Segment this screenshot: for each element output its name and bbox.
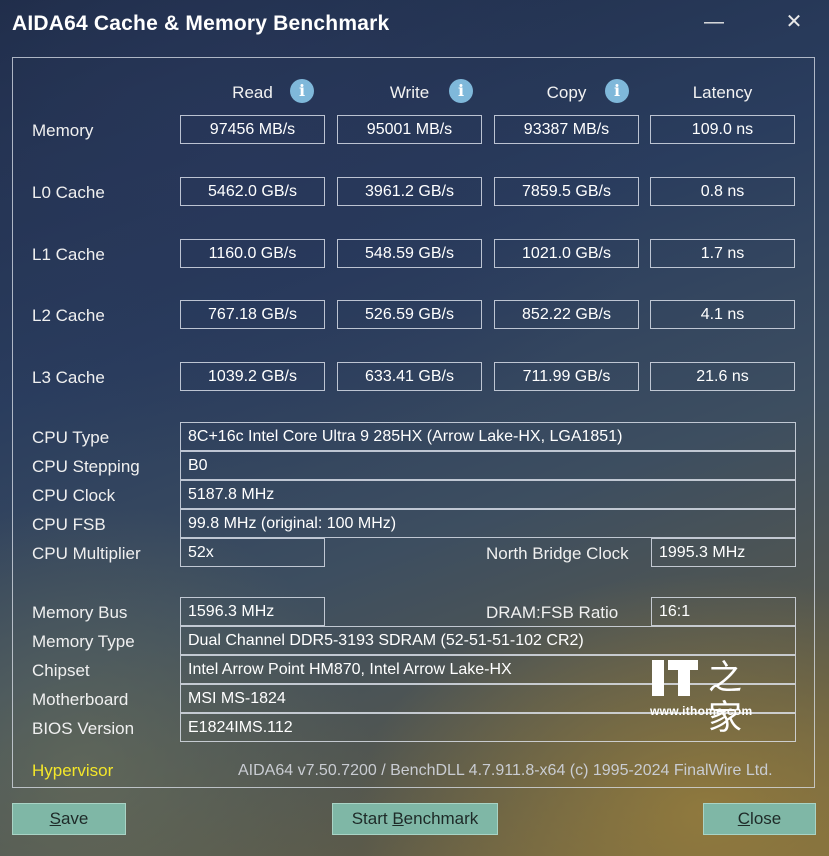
save-label-rest: ave (60, 809, 89, 828)
l1-write-value: 548.59 GB/s (337, 239, 482, 268)
l2-latency-value: 4.1 ns (650, 300, 795, 329)
chipset-label: Chipset (32, 661, 90, 680)
memory-type-value: Dual Channel DDR5-3193 SDRAM (52-51-51-1… (180, 626, 796, 655)
start-accel-key: B (392, 809, 404, 828)
cpu-clock-label: CPU Clock (32, 486, 116, 505)
row-label-l1-cache: L1 Cache (32, 245, 105, 264)
north-bridge-clock-value: 1995.3 MHz (651, 538, 796, 567)
start-label-pre: Start (351, 809, 393, 828)
dram-fsb-ratio-label: DRAM:FSB Ratio (486, 603, 619, 622)
copy-info-icon[interactable]: i (605, 79, 629, 103)
start-benchmark-button[interactable]: Start Benchmark (332, 803, 498, 835)
watermark-url: www.ithome.com (650, 704, 753, 718)
minimize-button[interactable]: — (696, 8, 732, 38)
ithome-watermark: 之家 www.ithome.com (650, 658, 762, 738)
dram-fsb-ratio-value: 16:1 (651, 597, 796, 626)
l2-write-value: 526.59 GB/s (337, 300, 482, 329)
memory-latency-value: 109.0 ns (650, 115, 795, 144)
close-window-button[interactable]: ✕ (776, 8, 812, 38)
row-label-l2-cache: L2 Cache (32, 306, 105, 325)
motherboard-label: Motherboard (32, 690, 129, 709)
l1-latency-value: 1.7 ns (650, 239, 795, 268)
close-button[interactable]: Close (703, 803, 816, 835)
version-footer: AIDA64 v7.50.7200 / BenchDLL 4.7.911.8-x… (238, 762, 773, 779)
l3-copy-value: 711.99 GB/s (494, 362, 639, 391)
l1-read-value: 1160.0 GB/s (180, 239, 325, 268)
memory-write-value: 95001 MB/s (337, 115, 482, 144)
cpu-stepping-label: CPU Stepping (32, 457, 140, 476)
write-info-icon[interactable]: i (449, 79, 473, 103)
l0-latency-value: 0.8 ns (650, 177, 795, 206)
row-label-l3-cache: L3 Cache (32, 368, 105, 387)
l2-read-value: 767.18 GB/s (180, 300, 325, 329)
watermark-glyph: 之家 (708, 658, 742, 738)
memory-bus-label: Memory Bus (32, 603, 128, 622)
save-accel-key: S (49, 809, 61, 828)
memory-copy-value: 93387 MB/s (494, 115, 639, 144)
l0-write-value: 3961.2 GB/s (337, 177, 482, 206)
l1-copy-value: 1021.0 GB/s (494, 239, 639, 268)
cpu-clock-value: 5187.8 MHz (180, 480, 796, 509)
cpu-multiplier-value: 52x (180, 538, 325, 567)
title-bar: AIDA64 Cache & Memory Benchmark — ✕ (0, 0, 829, 50)
bios-version-label: BIOS Version (32, 719, 135, 738)
cpu-stepping-value: B0 (180, 451, 796, 480)
start-label-rest: enchmark (403, 809, 479, 828)
cpu-fsb-label: CPU FSB (32, 515, 106, 534)
l3-latency-value: 21.6 ns (650, 362, 795, 391)
l2-copy-value: 852.22 GB/s (494, 300, 639, 329)
read-info-icon[interactable]: i (290, 79, 314, 103)
cpu-type-value: 8C+16c Intel Core Ultra 9 285HX (Arrow L… (180, 422, 796, 451)
row-label-l0-cache: L0 Cache (32, 183, 105, 202)
window-title: AIDA64 Cache & Memory Benchmark (12, 12, 390, 35)
l3-write-value: 633.41 GB/s (337, 362, 482, 391)
memory-bus-value: 1596.3 MHz (180, 597, 325, 626)
ithome-logo-icon (650, 658, 702, 698)
cpu-multiplier-label: CPU Multiplier (32, 544, 141, 563)
l0-read-value: 5462.0 GB/s (180, 177, 325, 206)
row-label-memory: Memory (32, 121, 94, 140)
close-accel-key: C (737, 809, 751, 828)
l3-read-value: 1039.2 GB/s (180, 362, 325, 391)
l0-copy-value: 7859.5 GB/s (494, 177, 639, 206)
north-bridge-clock-label: North Bridge Clock (486, 544, 629, 563)
hypervisor-link[interactable]: Hypervisor (32, 760, 113, 782)
memory-type-label: Memory Type (32, 632, 135, 651)
col-header-latency: Latency (692, 83, 753, 102)
memory-read-value: 97456 MB/s (180, 115, 325, 144)
save-button[interactable]: Save (12, 803, 126, 835)
cpu-type-label: CPU Type (32, 428, 110, 447)
close-label-rest: lose (750, 809, 782, 828)
cpu-fsb-value: 99.8 MHz (original: 100 MHz) (180, 509, 796, 538)
